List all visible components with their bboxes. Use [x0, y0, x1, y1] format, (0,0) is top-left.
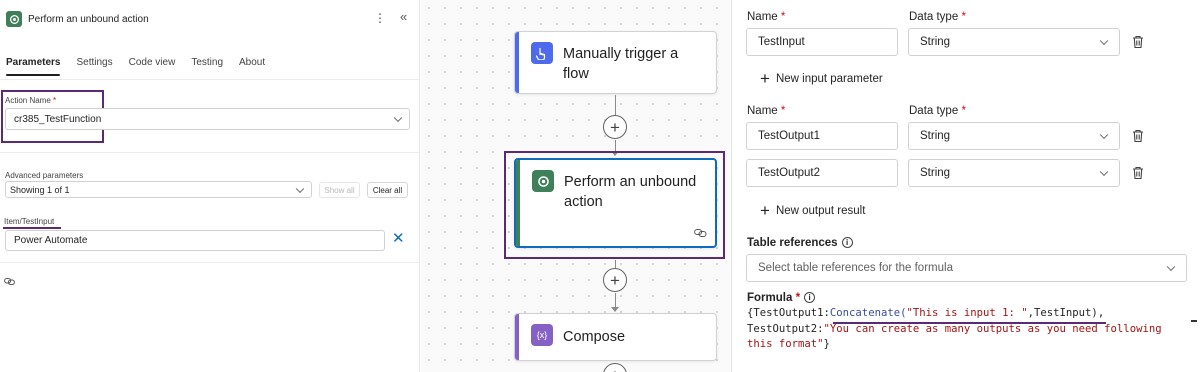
add-step-icon[interactable]: + — [603, 363, 627, 372]
trigger-accent — [515, 32, 519, 93]
custom-api-definition-panel: Name * Data type * TestInput String + New… — [731, 0, 1200, 372]
compose-icon: {x} — [531, 324, 553, 346]
output-name-header: Name * — [747, 105, 786, 117]
action-name-value: cr385_TestFunction — [14, 113, 102, 125]
output-type-value: String — [920, 130, 951, 142]
output-type-value: String — [920, 167, 951, 179]
perform-unbound-action-card[interactable]: Perform an unbound action — [514, 158, 717, 248]
item-testinput-value: Power Automate — [14, 235, 88, 246]
delete-icon[interactable] — [1131, 166, 1145, 180]
info-icon[interactable]: i — [804, 292, 816, 304]
tab-settings[interactable]: Settings — [76, 57, 112, 73]
tab-bar: Parameters Settings Code view Testing Ab… — [6, 57, 281, 76]
remove-parameter-icon[interactable]: ✕ — [392, 231, 405, 246]
add-icon: + — [760, 201, 770, 220]
connection-icon[interactable] — [4, 277, 15, 286]
panel-header: Perform an unbound action — [6, 10, 149, 28]
chevron-down-icon — [1099, 130, 1109, 140]
formula-line-1: {TestOutput1:Concatenate("This is input … — [747, 307, 1105, 319]
formula-line-3: this format"} — [747, 338, 830, 350]
action-name-label: Action Name * — [5, 96, 57, 105]
arrow-down-icon — [611, 307, 619, 312]
advanced-parameters-dropdown[interactable]: Showing 1 of 1 — [5, 181, 312, 198]
item-label-underline — [3, 227, 61, 229]
output-type-header: Data type * — [909, 105, 966, 117]
table-references-dropdown[interactable]: Select table references for the formula — [746, 254, 1187, 282]
connector-line — [615, 95, 616, 116]
chevron-down-icon — [1099, 36, 1109, 46]
text-cursor — [1191, 320, 1197, 322]
trigger-card[interactable]: Manually trigger a flow — [514, 31, 717, 94]
table-references-placeholder: Select table references for the formula — [758, 262, 953, 274]
chevron-down-icon — [1166, 262, 1176, 272]
action-details-panel: Perform an unbound action ⋮ « Parameters… — [0, 0, 420, 372]
flow-canvas[interactable]: Manually trigger a flow + Perform an unb… — [421, 0, 730, 372]
input-name-header: Name * — [747, 11, 786, 23]
tab-code-view[interactable]: Code view — [129, 57, 176, 73]
tab-testing[interactable]: Testing — [191, 57, 223, 73]
info-icon[interactable]: i — [841, 237, 853, 249]
add-step-icon[interactable]: + — [603, 115, 627, 139]
dataverse-icon — [6, 11, 22, 27]
new-input-parameter-button[interactable]: + New input parameter — [760, 70, 883, 87]
clear-all-button[interactable]: Clear all — [367, 182, 408, 198]
add-step-icon[interactable]: + — [603, 268, 627, 292]
formula-editor[interactable]: {TestOutput1:Concatenate("This is input … — [747, 306, 1187, 353]
connection-icon — [694, 229, 707, 237]
section-divider — [0, 152, 420, 153]
add-icon: + — [760, 69, 770, 88]
connector-line — [615, 260, 616, 268]
chevron-down-icon — [1099, 167, 1109, 177]
connector-line — [615, 293, 616, 307]
input-type-value: String — [920, 36, 951, 48]
advanced-parameters-value: Showing 1 of 1 — [10, 184, 70, 195]
action-title: Perform an unbound action — [564, 174, 697, 210]
compose-accent — [515, 314, 519, 360]
delete-icon[interactable] — [1131, 35, 1145, 49]
show-all-button[interactable]: Show all — [319, 182, 360, 198]
panel-title: Perform an unbound action — [28, 13, 149, 25]
compose-title: Compose — [563, 329, 626, 345]
formula-label: Formula * i — [747, 292, 816, 304]
tab-about[interactable]: About — [239, 57, 265, 73]
tab-parameters[interactable]: Parameters — [6, 57, 61, 76]
item-testinput-label: Item/TestInput — [4, 217, 55, 226]
input-name-field[interactable]: TestInput — [746, 28, 898, 56]
dataverse-icon — [532, 170, 554, 192]
connector-line — [615, 140, 616, 151]
formula-underline — [833, 322, 1106, 324]
output-type-dropdown[interactable]: String — [908, 159, 1120, 187]
more-vertical-icon[interactable]: ⋮ — [374, 11, 386, 25]
input-type-dropdown[interactable]: String — [908, 28, 1120, 56]
input-type-header: Data type * — [909, 11, 966, 23]
new-output-result-button[interactable]: + New output result — [760, 202, 865, 219]
action-name-dropdown[interactable]: cr385_TestFunction — [5, 108, 410, 130]
delete-icon[interactable] — [1131, 129, 1145, 143]
compose-card[interactable]: {x} Compose — [514, 313, 717, 361]
section-divider-2 — [0, 262, 420, 263]
chevron-double-left-icon[interactable]: « — [400, 9, 407, 24]
chevron-down-icon — [295, 184, 305, 193]
output-name-field[interactable]: TestOutput1 — [746, 122, 898, 150]
output-type-dropdown[interactable]: String — [908, 122, 1120, 150]
tab-divider — [0, 79, 420, 80]
advanced-parameters-label: Advanced parameters — [5, 171, 84, 180]
output-name-field[interactable]: TestOutput2 — [746, 159, 898, 187]
manual-trigger-icon — [531, 42, 553, 64]
chevron-down-icon — [393, 113, 403, 123]
trigger-title: Manually trigger a flow — [563, 46, 679, 82]
table-references-label: Table references i — [747, 237, 853, 249]
item-testinput-input[interactable]: Power Automate — [5, 230, 385, 251]
action-accent — [516, 160, 520, 246]
